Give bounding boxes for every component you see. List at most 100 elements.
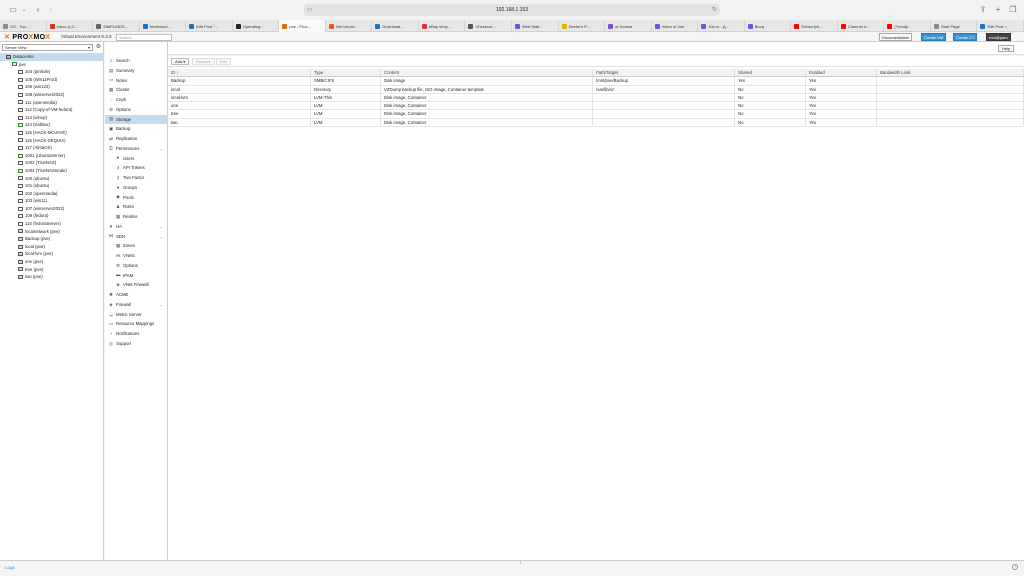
browser-tab[interactable]: SIMPLINDS... — [93, 20, 140, 32]
share-icon[interactable]: ⇪ — [978, 5, 988, 15]
nav-item-metric-server[interactable]: ▁ Metric Server — [105, 310, 168, 320]
browser-tab[interactable]: Video of Jad — [652, 20, 699, 32]
tree-node[interactable]: 108 (winserver2022) — [0, 91, 104, 99]
create-vm-button[interactable]: Create VM — [921, 33, 947, 41]
tree-node[interactable]: Backup (pve) — [0, 235, 104, 243]
tree-node[interactable]: local (pve) — [0, 243, 104, 251]
tree-node[interactable]: 104 (pmhole) — [0, 68, 104, 76]
nav-item-roles[interactable]: ♟ Roles — [105, 202, 168, 212]
browser-tab[interactable]: Nextcloud... — [140, 20, 187, 32]
table-row[interactable]: local-lvm LVM-Thin Disk image, Container No… — [168, 93, 1024, 103]
tree-node[interactable]: 1001 (UbuntuServer) — [0, 152, 104, 160]
expand-icon[interactable]: ⌄ — [160, 144, 163, 154]
tree-node[interactable]: 102 (openmedia) — [0, 190, 104, 198]
documentation-button[interactable]: Documentation — [879, 33, 912, 41]
nav-item-ceph[interactable]: ◌ Ceph — [105, 95, 168, 105]
table-row[interactable]: tree LVM Disk image, Container No Yes — [168, 110, 1024, 119]
expand-icon[interactable]: ⌄ — [160, 300, 163, 310]
tree-node[interactable]: 105 (Win11Prod) — [0, 76, 104, 84]
nav-item-storage[interactable]: ▥ Storage — [105, 114, 168, 125]
tree-node[interactable]: 107 (winserver2022) — [0, 205, 104, 213]
user-menu-button[interactable]: root@pam — [986, 33, 1011, 41]
tree-node[interactable]: 114 (Kalihux) — [0, 121, 104, 129]
edit-button[interactable]: Edit — [216, 58, 231, 65]
tree-node[interactable]: tree (pve) — [0, 266, 104, 274]
table-row[interactable]: two LVM Disk image, Container No Yes — [168, 118, 1024, 128]
nav-item-replication[interactable]: ⇄ Replication — [105, 134, 168, 144]
nav-item-acme[interactable]: ✺ ACME — [105, 290, 168, 300]
table-row[interactable]: Backup SMB/CIFS Disk image/mnt/pve/Backup Y… — [168, 77, 1024, 86]
nav-item-ipam[interactable]: ▬ IPAM — [105, 271, 168, 281]
nav-item-firewall[interactable]: ◈ Firewall ⌄ — [105, 300, 168, 310]
tree-node[interactable]: 116 (HACK-SEQUIA) — [0, 137, 104, 145]
nav-item-zones[interactable]: ▦ Zones — [105, 241, 168, 251]
browser-tab[interactable]: (Trendy ... — [884, 20, 931, 32]
nav-item-backup[interactable]: ▣ Backup — [105, 124, 168, 134]
view-selector[interactable]: Server View ▾ — [2, 44, 93, 51]
tree-node[interactable]: one (pve) — [0, 258, 104, 266]
column-header[interactable]: Bandwidth Limit — [877, 69, 1024, 77]
table-row[interactable]: local Directory VZDump backup file, ISO im… — [168, 85, 1024, 94]
search-input[interactable]: Search — [116, 33, 172, 41]
tree-node[interactable]: 100 (ubuntu) — [0, 175, 104, 183]
nav-item-cluster[interactable]: ▦ Cluster — [105, 85, 168, 95]
nav-item-permissions[interactable]: ⚿ Permissions ⌄ — [105, 144, 168, 154]
nav-item-vnet-firewall[interactable]: ◈ VNet Firewall — [105, 280, 168, 290]
browser-tab[interactable]: eBay shop... — [419, 20, 466, 32]
column-header[interactable]: Content — [381, 69, 593, 77]
nav-item-groups[interactable]: ● Groups — [105, 183, 168, 193]
tree-node[interactable]: 1002 (TrueNAS) — [0, 159, 104, 167]
table-row[interactable]: one LVM Disk image, Container No Yes — [168, 102, 1024, 111]
column-header[interactable]: Enabled — [806, 69, 877, 77]
tree-node[interactable]: Datacenter — [0, 53, 104, 61]
nav-item-sdn[interactable]: ⋈ SDN ⌄ — [105, 232, 168, 242]
nav-item-pools[interactable]: ◆ Pools — [105, 193, 168, 203]
column-header[interactable]: Type — [311, 69, 381, 77]
chevron-down-icon[interactable]: ⌄ — [19, 5, 29, 15]
expand-icon[interactable]: ⌄ — [160, 232, 163, 242]
sidebar-toggle-icon[interactable]: ▭ — [8, 5, 18, 15]
remove-button[interactable]: Remove — [192, 58, 215, 65]
browser-tab[interactable]: Download... — [372, 20, 419, 32]
nav-item-two-factor[interactable]: ⚷ Two Factor — [105, 173, 168, 183]
tree-node[interactable]: two (pve) — [0, 273, 104, 281]
browser-tab[interactable]: Channel d... — [838, 20, 885, 32]
logs-tab[interactable]: Logs — [5, 565, 15, 570]
tree-node[interactable]: 115 (HACK-MOJAVE) — [0, 129, 104, 137]
tree-node[interactable]: 103 (win11) — [0, 197, 104, 205]
browser-tab[interactable]: of Jicama — [605, 20, 652, 32]
browser-tab[interactable]: Subscripti... — [791, 20, 838, 32]
browser-tab[interactable]: Booq — [745, 20, 792, 32]
tree-node[interactable]: local-lvm (pve) — [0, 250, 104, 258]
nav-item-users[interactable]: ● Users — [105, 154, 168, 164]
browser-tab[interactable]: Get Ubunt... — [326, 20, 373, 32]
tree-node[interactable]: pve — [0, 61, 104, 69]
splitter[interactable] — [520, 561, 521, 564]
forward-icon[interactable]: › — [46, 5, 56, 15]
browser-tab[interactable]: Edit Post "... — [186, 20, 233, 32]
back-icon[interactable]: ‹ — [33, 5, 43, 15]
tree-node[interactable]: 101 (ubuntu) — [0, 182, 104, 190]
tree-node[interactable]: localnetwork (pve) — [0, 228, 104, 236]
create-ct-button[interactable]: Create CT — [953, 33, 978, 41]
expand-icon[interactable]: ⌄ — [160, 222, 163, 232]
help-button[interactable]: Help — [998, 45, 1015, 52]
browser-tab[interactable]: OS - Top... — [0, 20, 47, 32]
browser-tab[interactable]: 10k.ru - Д... — [698, 20, 745, 32]
nav-item-options[interactable]: ⚙ Options — [105, 105, 168, 115]
nav-item-support[interactable]: ◎ Support — [105, 339, 168, 349]
column-header[interactable]: Path/Target — [593, 69, 735, 77]
table-header[interactable]: ID ↑ Type Content Path/Target Shared Enabled B… — [168, 69, 1024, 78]
column-header[interactable]: ID ↑ — [168, 69, 311, 77]
address-bar[interactable]: ▭ 192.168.1.153 ↻ — [304, 4, 720, 16]
tree-node[interactable]: 109 (fedora) — [0, 212, 104, 220]
nav-item-vnets[interactable]: ⋈ VNets — [105, 251, 168, 261]
browser-tab[interactable]: Dexter's P... — [559, 20, 606, 32]
browser-tab[interactable]: Web Stati... — [512, 20, 559, 32]
tree-node[interactable]: 1004 (TrueNASScale) — [0, 167, 104, 175]
nav-item-api-tokens[interactable]: ⚷ API Tokens — [105, 163, 168, 173]
tree-node[interactable]: 113 (winxp) — [0, 114, 104, 122]
nav-item-options[interactable]: ⚙ Options — [105, 261, 168, 271]
nav-item-summary[interactable]: ▤ Summary — [105, 66, 168, 76]
reload-icon[interactable]: ↻ — [712, 6, 717, 13]
